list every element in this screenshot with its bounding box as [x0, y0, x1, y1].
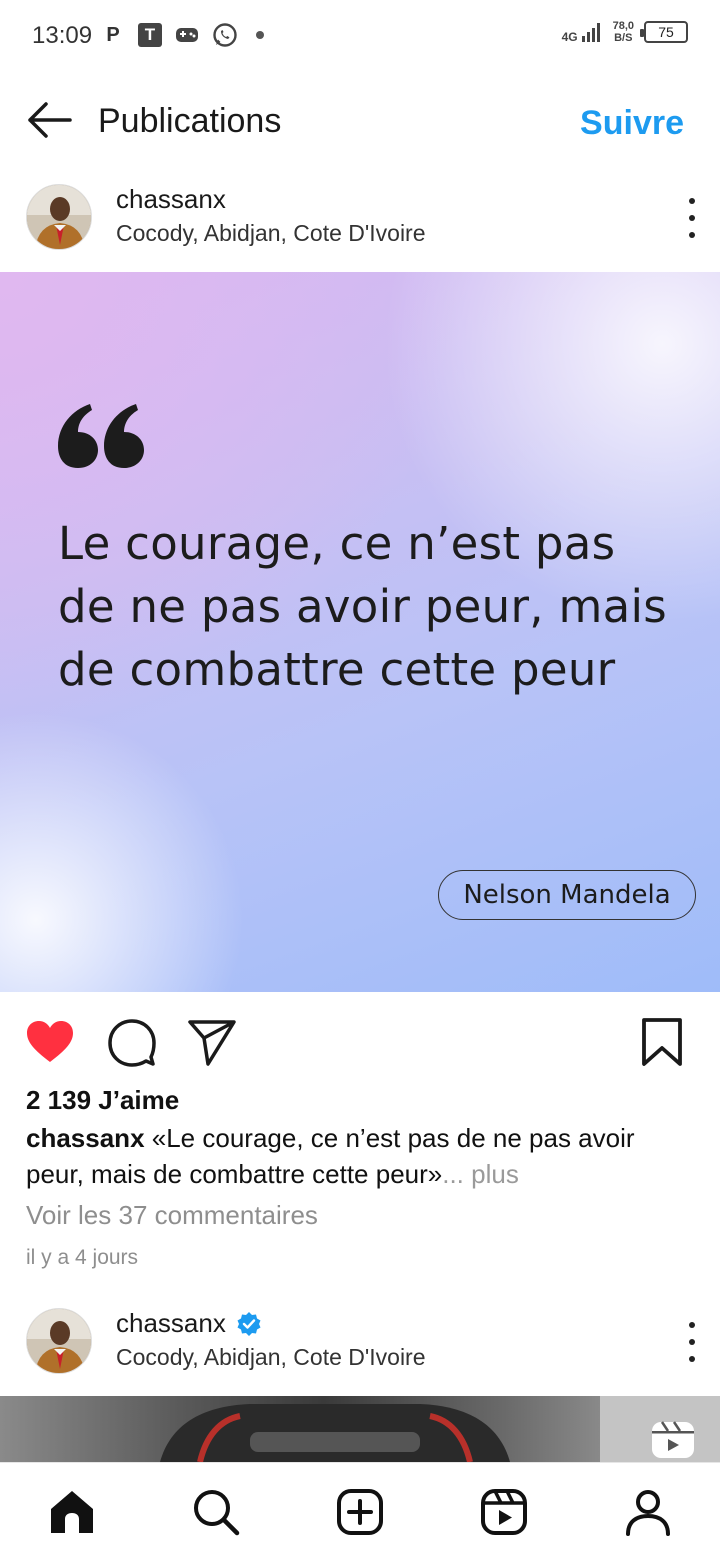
nav-search[interactable] — [188, 1484, 244, 1540]
signal-icon — [581, 23, 600, 42]
back-button[interactable] — [24, 98, 72, 142]
more-notifications-dot — [256, 31, 264, 39]
speed-unit: B/S — [614, 32, 633, 44]
app-header: Publications Suivre — [0, 72, 720, 168]
dot-icon — [689, 198, 695, 204]
save-button[interactable] — [636, 1016, 688, 1068]
bookmark-icon — [642, 1018, 682, 1066]
heart-icon — [27, 1021, 73, 1062]
dot-icon — [689, 232, 695, 238]
network-indicator: 4G — [562, 21, 603, 43]
caption-more-link[interactable]: ... plus — [442, 1159, 519, 1189]
reels-icon — [481, 1488, 527, 1535]
comment-button[interactable] — [106, 1016, 158, 1068]
profile-icon — [626, 1489, 670, 1536]
post-image[interactable] — [0, 1396, 720, 1462]
post-image[interactable]: Le courage, ce n’est pas de ne pas avoir… — [0, 272, 720, 992]
quote-author: Nelson Mandela — [438, 870, 696, 920]
avatar[interactable] — [26, 184, 92, 250]
dot-icon — [689, 1339, 695, 1345]
quote-text: Le courage, ce n’est pas de ne pas avoir… — [58, 517, 668, 696]
likes-count[interactable]: 2 139 J’aime — [26, 1085, 179, 1116]
username-text: chassanx — [116, 184, 226, 214]
like-button[interactable] — [24, 1016, 76, 1068]
nav-reels[interactable] — [476, 1484, 532, 1540]
dot-icon — [689, 1356, 695, 1362]
verified-badge-icon — [237, 1311, 261, 1336]
game-icon — [174, 22, 200, 48]
username-text: chassanx — [116, 1308, 226, 1338]
nav-profile[interactable] — [620, 1484, 676, 1540]
send-icon — [188, 1020, 236, 1066]
t-icon: T — [138, 23, 162, 47]
post-location[interactable]: Cocody, Abidjan, Cote D'Ivoire — [116, 1344, 426, 1371]
create-icon — [337, 1488, 383, 1535]
status-time: 13:09 — [32, 22, 93, 49]
post-image-preview — [160, 1396, 720, 1462]
p-icon: P — [106, 23, 120, 46]
network-speed: 78,0 B/S — [613, 20, 634, 44]
view-comments-link[interactable]: Voir les 37 commentaires — [26, 1200, 318, 1231]
notification-icons: P T — [100, 22, 264, 48]
home-icon — [51, 1490, 93, 1533]
system-status: 4G 78,0 B/S 75 — [562, 20, 688, 44]
battery-level: 75 — [658, 24, 674, 40]
whatsapp-icon — [212, 22, 238, 48]
caption-username[interactable]: chassanx — [26, 1123, 145, 1153]
arrow-left-icon — [28, 102, 72, 138]
post-location[interactable]: Cocody, Abidjan, Cote D'Ivoire — [116, 220, 426, 247]
more-options-button[interactable] — [682, 1322, 702, 1362]
search-icon — [194, 1489, 240, 1535]
avatar[interactable] — [26, 1308, 92, 1374]
status-bar: 13:09 P T 4G 78,0 B/S 75 — [0, 0, 720, 72]
speed-value: 78,0 — [612, 20, 634, 32]
bottom-nav — [0, 1462, 720, 1560]
reels-badge-icon — [652, 1421, 694, 1458]
nav-home[interactable] — [44, 1484, 100, 1540]
battery-icon: 75 — [640, 21, 688, 43]
share-button[interactable] — [186, 1016, 238, 1068]
network-type: 4G — [561, 30, 578, 44]
post-username[interactable]: chassanx — [116, 1308, 262, 1339]
post-caption: chassanx «Le courage, ce n’est pas de ne… — [26, 1120, 696, 1192]
page-title: Publications — [98, 102, 282, 140]
post-header: chassanx Cocody, Abidjan, Cote D'Ivoire — [0, 1292, 720, 1396]
post-username[interactable]: chassanx — [116, 184, 226, 215]
post-timestamp: il y a 4 jours — [26, 1246, 139, 1269]
follow-button[interactable]: Suivre — [580, 104, 684, 143]
dot-icon — [689, 215, 695, 221]
post-actions — [0, 1008, 720, 1072]
comment-icon — [108, 1019, 156, 1067]
more-options-button[interactable] — [682, 198, 702, 238]
dot-icon — [689, 1322, 695, 1328]
quote-marks-icon — [58, 404, 144, 468]
nav-create[interactable] — [332, 1484, 388, 1540]
post-header: chassanx Cocody, Abidjan, Cote D'Ivoire — [0, 168, 720, 272]
